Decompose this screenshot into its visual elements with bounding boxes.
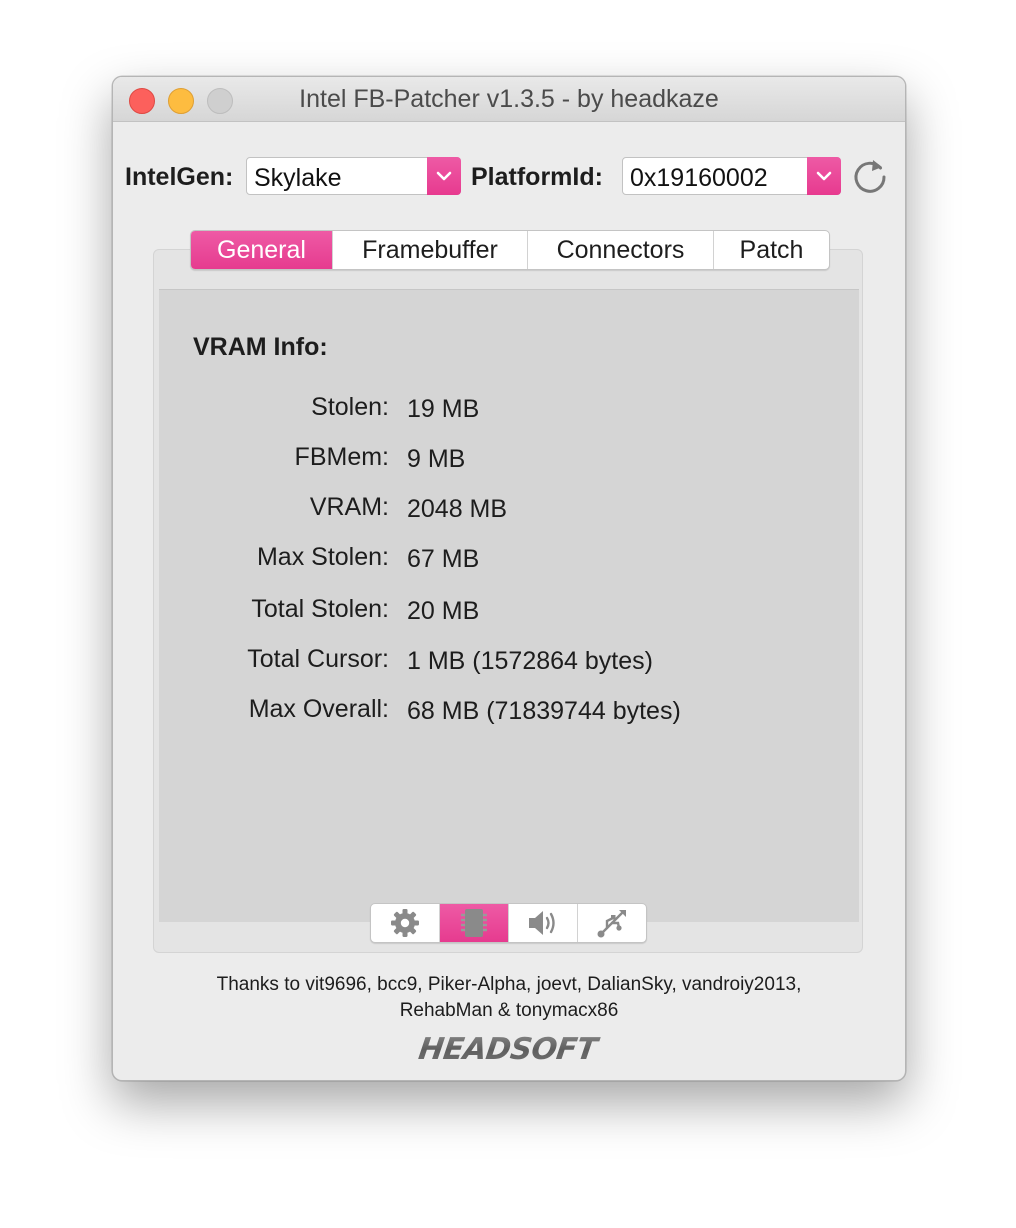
title-bar: Intel FB-Patcher v1.3.5 - by headkaze [113, 77, 905, 122]
chevron-down-icon [816, 171, 832, 181]
tab-patch[interactable]: Patch [714, 231, 829, 269]
intelgen-label: IntelGen: [125, 163, 234, 191]
info-row: FBMem: 9 MB [113, 443, 905, 473]
info-value: 1 MB (1572864 bytes) [407, 647, 653, 675]
info-value: 20 MB [407, 597, 480, 625]
info-row: Total Cursor: 1 MB (1572864 bytes) [113, 645, 905, 675]
tab-framebuffer[interactable]: Framebuffer [333, 231, 528, 269]
headsoft-logo: HEADSOFT [416, 1033, 601, 1065]
usb-tab[interactable] [578, 904, 646, 942]
window-title: Intel FB-Patcher v1.3.5 - by headkaze [299, 85, 719, 113]
info-label: VRAM: [309, 493, 389, 521]
info-value: 67 MB [407, 545, 480, 573]
logo-text: HEADSOFT [416, 1033, 601, 1065]
platformid-label: PlatformId: [471, 163, 603, 191]
platformid-value[interactable]: 0x19160002 [630, 164, 768, 193]
vram-info-title: VRAM Info: [193, 333, 328, 361]
credits-text: Thanks to vit9696, bcc9, Piker-Alpha, jo… [113, 972, 905, 1024]
credits-line: Thanks to vit9696, bcc9, Piker-Alpha, jo… [216, 974, 802, 995]
info-label: FBMem: [294, 443, 389, 471]
chip-icon [461, 909, 487, 937]
speaker-icon [529, 911, 555, 935]
refresh-icon[interactable] [851, 157, 891, 197]
tab-general[interactable]: General [191, 231, 333, 269]
tab-bar: General Framebuffer Connectors Patch [190, 230, 830, 270]
info-label: Max Overall: [248, 695, 389, 723]
info-value: 2048 MB [407, 495, 508, 523]
usb-icon [597, 910, 626, 938]
info-row: Max Stolen: 67 MB [113, 543, 905, 573]
info-label: Max Stolen: [256, 543, 389, 571]
intelgen-combobox[interactable]: Skylake [246, 157, 461, 195]
platformid-combobox[interactable]: 0x19160002 [622, 157, 841, 195]
credits-line: RehabMan & tonymacx86 [399, 1000, 619, 1021]
gear-icon [391, 909, 419, 937]
info-value: 68 MB (71839744 bytes) [407, 697, 681, 725]
info-label: Total Stolen: [251, 595, 389, 623]
bottom-tab-bar [370, 903, 647, 943]
info-row: Max Overall: 68 MB (71839744 bytes) [113, 695, 905, 725]
audio-tab[interactable] [509, 904, 578, 942]
intelgen-dropdown-button[interactable] [427, 157, 461, 195]
info-label: Total Cursor: [247, 645, 389, 673]
info-row: Stolen: 19 MB [113, 393, 905, 423]
settings-tab[interactable] [371, 904, 440, 942]
info-value: 9 MB [407, 445, 466, 473]
intelgen-value[interactable]: Skylake [254, 164, 342, 193]
tab-connectors[interactable]: Connectors [528, 231, 714, 269]
info-label: Stolen: [311, 393, 389, 421]
info-value: 19 MB [407, 395, 480, 423]
platformid-dropdown-button[interactable] [807, 157, 841, 195]
info-row: VRAM: 2048 MB [113, 493, 905, 523]
info-row: Total Stolen: 20 MB [113, 595, 905, 625]
app-window: Intel FB-Patcher v1.3.5 - by headkaze In… [112, 76, 906, 1081]
chip-tab[interactable] [440, 904, 509, 942]
chevron-down-icon [436, 171, 452, 181]
